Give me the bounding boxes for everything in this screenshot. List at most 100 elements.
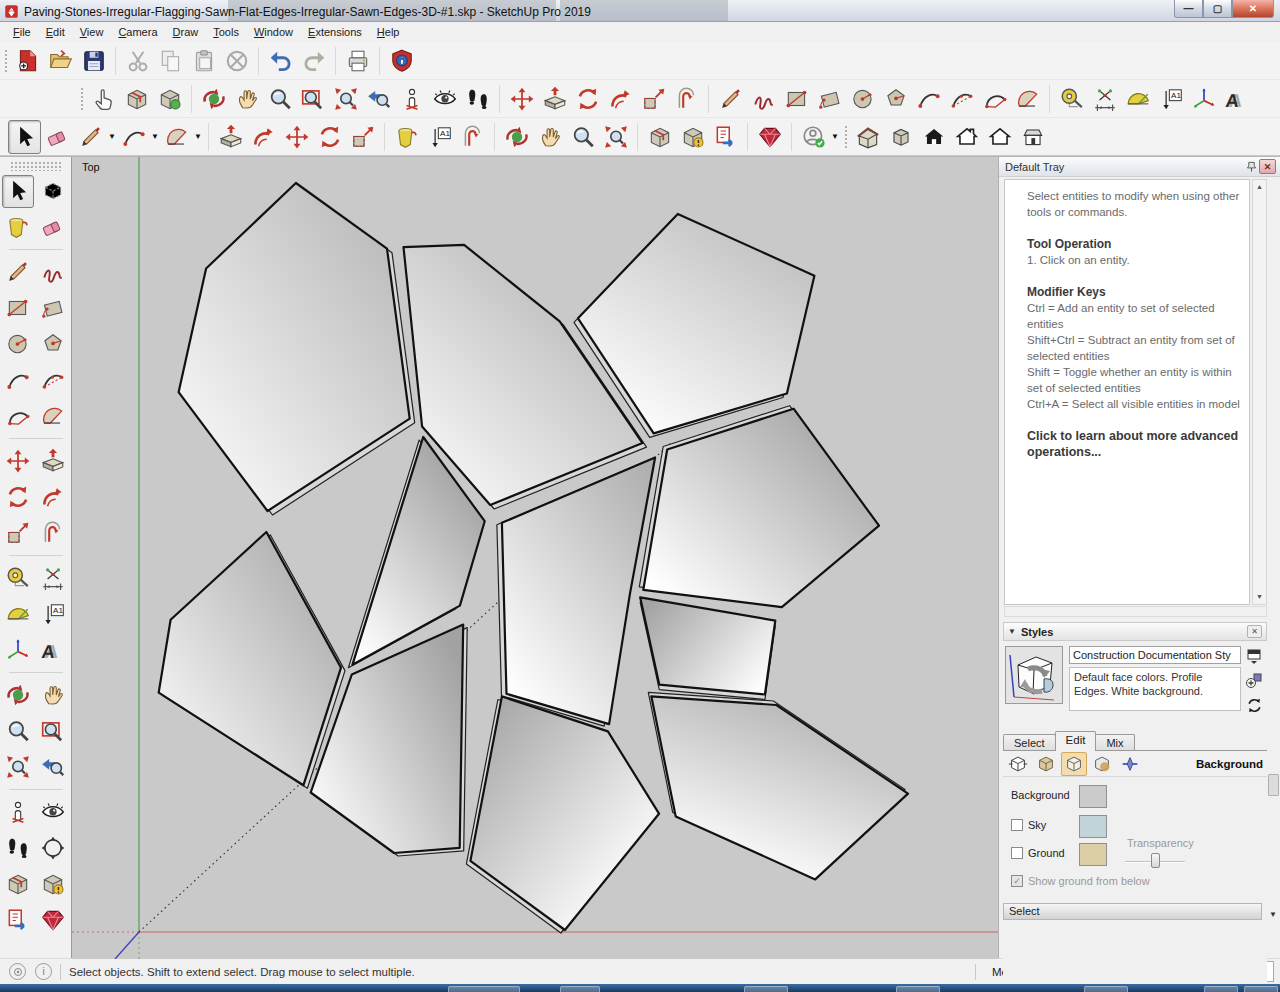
feet-icon[interactable] [2,832,34,865]
axes-icon[interactable] [1187,82,1220,116]
zoomext-icon[interactable] [599,120,632,154]
whext-icon[interactable] [676,120,709,154]
zoomprev-icon[interactable] [362,82,395,116]
dim-icon[interactable] [1088,82,1121,116]
offset-icon[interactable] [37,517,69,550]
floppy-icon[interactable] [77,44,110,78]
scale-icon[interactable] [2,517,34,550]
rect-icon[interactable] [780,82,813,116]
pencil-icon[interactable] [2,256,34,289]
arc2-icon[interactable] [117,120,150,154]
move-icon[interactable] [280,120,313,154]
paste-icon[interactable] [187,44,220,78]
background-settings-icon[interactable] [1061,752,1087,776]
arc2-icon[interactable] [912,82,945,116]
rotate-icon[interactable] [313,120,346,154]
rotate-icon[interactable] [2,481,34,514]
maximize-button[interactable]: ▢ [1203,0,1232,18]
arc3-icon[interactable] [945,82,978,116]
eraser-icon[interactable] [41,120,74,154]
viewport[interactable]: Top [72,157,998,959]
menu-help[interactable]: Help [370,23,408,41]
pie-icon[interactable] [978,82,1011,116]
menu-window[interactable]: Window [247,23,301,41]
paint-icon[interactable] [390,120,423,154]
sharedoc-icon[interactable] [709,120,742,154]
menu-extensions[interactable]: Extensions [301,23,370,41]
orbit-icon[interactable] [500,120,533,154]
geolocation-icon[interactable] [9,963,26,980]
dropdown-caret-icon[interactable]: ▼ [107,120,117,154]
followme-icon[interactable] [37,481,69,514]
create-style-icon[interactable] [1243,669,1265,693]
tab-edit[interactable]: Edit [1055,731,1097,751]
zoom-icon[interactable] [263,82,296,116]
a1-icon[interactable]: A1 [1154,82,1187,116]
sky-checkbox[interactable] [1011,819,1023,831]
zoomwin-icon[interactable] [296,82,329,116]
select-panel-header[interactable]: Select [1003,903,1262,920]
move-icon[interactable] [505,82,538,116]
pan-icon[interactable] [37,679,69,712]
tape-icon[interactable] [2,562,34,595]
pan-icon[interactable] [230,82,263,116]
pencil-icon[interactable] [714,82,747,116]
close-button[interactable]: ✕ [1232,0,1274,18]
watermark-settings-icon[interactable] [1089,752,1115,776]
tray-scrollbar[interactable] [1268,179,1280,902]
display-pane-icon[interactable] [1243,645,1265,669]
windows-taskbar[interactable] [0,984,1280,992]
update-style-icon[interactable] [1243,693,1265,717]
protractor-icon[interactable] [1121,82,1154,116]
instructor-hscrollbar[interactable] [1004,606,1267,617]
a1-icon[interactable]: A1 [423,120,456,154]
axes-icon[interactable] [2,634,34,667]
feet-icon[interactable] [461,82,494,116]
undo-icon[interactable] [264,44,297,78]
whbox-icon[interactable] [120,82,153,116]
scroll-down-icon[interactable]: ▼ [1254,591,1265,603]
zoomext-icon[interactable] [2,751,34,784]
arc2-icon[interactable] [2,364,34,397]
modeling-settings-icon[interactable] [1117,752,1143,776]
printer-icon[interactable] [341,44,374,78]
pushpull-icon[interactable] [37,445,69,478]
face-settings-icon[interactable] [1033,752,1059,776]
menu-camera[interactable]: Camera [111,23,165,41]
orbit-icon[interactable] [197,82,230,116]
zoom-icon[interactable] [2,715,34,748]
menu-file[interactable]: File [6,23,39,41]
eye-icon[interactable] [37,796,69,829]
cursor-icon[interactable] [2,175,34,208]
info-shield-icon[interactable] [385,44,418,78]
freehand-icon[interactable] [37,256,69,289]
poscamera-icon[interactable] [395,82,428,116]
piefill-icon[interactable] [37,400,69,433]
circle-icon[interactable] [846,82,879,116]
style-description-field[interactable]: Default face colors. Profile Edges. Whit… [1069,667,1241,711]
houseblack-icon[interactable] [917,120,950,154]
tray-close-icon[interactable]: ✕ [1259,159,1276,174]
tab-select[interactable]: Select [1003,734,1056,751]
pencil-icon[interactable] [74,120,107,154]
dropdown-caret-icon[interactable]: ▼ [150,120,160,154]
scroll-up-icon[interactable]: ▲ [1254,181,1265,193]
rect-icon[interactable] [2,292,34,325]
house3d-icon[interactable] [851,120,884,154]
edge-settings-icon[interactable] [1005,752,1031,776]
rectrot-icon[interactable] [37,292,69,325]
eraser-icon[interactable] [37,211,69,244]
freehand-icon[interactable] [747,82,780,116]
instructor-scrollbar[interactable]: ▲ ▼ [1252,179,1267,605]
text3d-icon[interactable]: AA [1220,82,1253,116]
move-icon[interactable] [2,445,34,478]
polygon-icon[interactable] [37,328,69,361]
folder-open-icon[interactable] [44,44,77,78]
arc3-icon[interactable] [37,364,69,397]
whext-icon[interactable] [37,868,69,901]
scissors-icon[interactable] [121,44,154,78]
text3d-icon[interactable]: AA [37,634,69,667]
zoomext-icon[interactable] [329,82,362,116]
tab-mix[interactable]: Mix [1095,734,1134,751]
styles-panel-header[interactable]: ▼ Styles ✕ [1003,622,1267,641]
